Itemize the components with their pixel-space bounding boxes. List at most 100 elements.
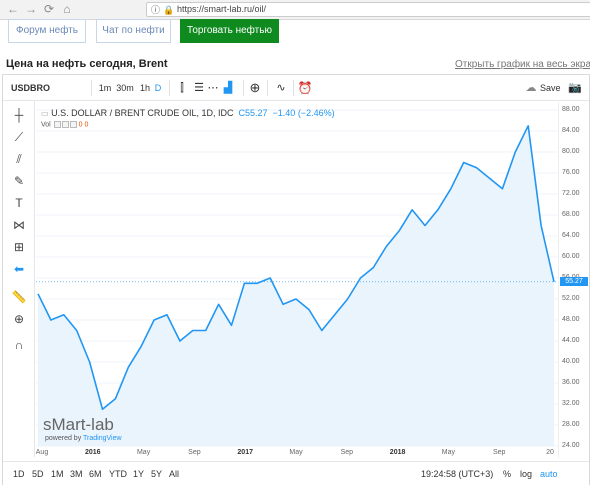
- alert-clock-icon[interactable]: ⏰: [297, 75, 313, 101]
- camera-icon[interactable]: 📷: [567, 75, 583, 101]
- eye-icon[interactable]: [53, 121, 61, 128]
- date-tick-label: 2016: [85, 449, 101, 456]
- lock-icon: 🔒: [163, 5, 175, 15]
- toolbar-divider: [243, 80, 244, 96]
- compare-add-icon[interactable]: ⊕: [247, 75, 263, 101]
- price-tick-label: 64.00: [562, 232, 580, 239]
- price-tick-label: 28.00: [562, 421, 580, 428]
- price-tick-label: 76.00: [562, 169, 580, 176]
- brush-icon[interactable]: ✎: [11, 173, 27, 189]
- tradingview-link[interactable]: TradingView: [83, 435, 122, 442]
- bottom-toolbar: 1D 5D 1M 3M 6M YTD 1Y 5Y All 19:24:58 (U…: [3, 461, 589, 485]
- powered-prefix: powered by: [45, 435, 82, 442]
- fullscreen-chart-link[interactable]: Открыть график на весь экран: [455, 59, 590, 70]
- price-tick-label: 48.00: [562, 316, 580, 323]
- date-tick-label: Aug: [36, 449, 48, 456]
- change-value: −1.40: [272, 108, 296, 118]
- interval-d[interactable]: D: [153, 75, 163, 101]
- tradingview-widget: USDBRO 1m 30m 1h D ⫿ ☰ ⋯ ▟ ⊕ ∿ ⏰ ☁ Save …: [2, 74, 590, 485]
- close-value: C55.27: [238, 108, 268, 118]
- forward-icon[interactable]: →: [24, 2, 38, 16]
- oil-chat-button[interactable]: Чат по нефти: [96, 19, 171, 43]
- range-3m[interactable]: 3M: [70, 462, 83, 486]
- interval-30m[interactable]: 30m: [115, 75, 135, 101]
- volume-value: 0: [78, 121, 83, 129]
- symbol-search[interactable]: USDBRO: [11, 75, 51, 101]
- area-style-icon[interactable]: ▟: [221, 75, 235, 101]
- volume-value: 0: [84, 121, 89, 129]
- date-tick-label: May: [289, 449, 303, 456]
- date-tick-label: 2017: [237, 449, 253, 456]
- range-5d[interactable]: 5D: [32, 462, 44, 486]
- price-tick-label: 84.00: [562, 127, 580, 134]
- date-tick-label: Sep: [493, 449, 506, 456]
- chart-legend: ▭ U.S. DOLLAR / BRENT CRUDE OIL, 1D, IDC…: [41, 108, 335, 118]
- price-chart[interactable]: Aug 2016 May Sep 2017 May Sep 2018 May Sep 20: [36, 102, 558, 458]
- price-tick-label: 40.00: [562, 358, 580, 365]
- url-text: https://smart-lab.ru/oil/: [177, 4, 267, 14]
- volume-legend: Vol 0 0: [41, 121, 88, 128]
- candles-icon[interactable]: ⫿: [175, 75, 189, 101]
- back-icon[interactable]: ←: [6, 2, 20, 16]
- toolbar-divider: [267, 80, 268, 96]
- auto-toggle[interactable]: auto: [540, 462, 558, 486]
- range-1d[interactable]: 1D: [13, 462, 25, 486]
- date-tick-label: Sep: [188, 449, 201, 456]
- range-1m[interactable]: 1M: [51, 462, 64, 486]
- line-style-icon[interactable]: ⋯: [207, 75, 219, 101]
- volume-label: Vol: [41, 121, 51, 129]
- date-tick-label: 2018: [390, 449, 406, 456]
- range-ytd[interactable]: YTD: [109, 462, 127, 486]
- clock-time[interactable]: 19:24:58 (UTC+3): [421, 462, 493, 486]
- zoom-in-icon[interactable]: ⊕: [11, 311, 27, 327]
- price-tick-label: 72.00: [562, 190, 580, 197]
- range-1y[interactable]: 1Y: [133, 462, 144, 486]
- price-tick-label: 80.00: [562, 148, 580, 155]
- range-5y[interactable]: 5Y: [151, 462, 162, 486]
- refresh-icon[interactable]: ⟳: [42, 2, 56, 16]
- home-icon[interactable]: ⌂: [60, 2, 74, 16]
- crosshair-icon[interactable]: ┼: [11, 107, 27, 123]
- range-6m[interactable]: 6M: [89, 462, 102, 486]
- save-button[interactable]: Save: [540, 75, 561, 101]
- price-tick-label: 44.00: [562, 337, 580, 344]
- price-tick-label: 36.00: [562, 379, 580, 386]
- change-percent: (−2.46%): [297, 108, 335, 118]
- price-tick-label: 32.00: [562, 400, 580, 407]
- range-all[interactable]: All: [169, 462, 179, 486]
- info-icon[interactable]: ⓘ: [151, 4, 160, 17]
- date-tick-label: May: [137, 449, 151, 456]
- prediction-tool-icon[interactable]: ⊞: [11, 239, 27, 255]
- powered-by-text: powered by TradingView: [45, 435, 122, 442]
- log-toggle[interactable]: log: [520, 462, 532, 486]
- collapse-icon[interactable]: ▭: [41, 109, 49, 118]
- toolbar-divider: [169, 80, 170, 96]
- interval-1h[interactable]: 1h: [138, 75, 152, 101]
- trend-line-icon[interactable]: ⟋: [11, 129, 27, 145]
- indicators-icon[interactable]: ∿: [273, 75, 289, 101]
- browser-bar: ← → ⟳ ⌂ ⓘ 🔒 https://smart-lab.ru/oil/: [0, 0, 590, 20]
- price-axis[interactable]: 88.00 84.00 80.00 76.00 72.00 68.00 64.00 60.00…: [558, 102, 589, 458]
- arrow-left-icon[interactable]: ⬅: [11, 261, 27, 277]
- percent-toggle[interactable]: %: [503, 462, 511, 486]
- trade-oil-button[interactable]: Торговать нефтью: [180, 19, 279, 43]
- instrument-name: U.S. DOLLAR / BRENT CRUDE OIL, 1D, IDC: [51, 108, 234, 118]
- price-tick-label: 88.00: [562, 106, 580, 113]
- interval-1m[interactable]: 1m: [98, 75, 112, 101]
- text-tool-icon[interactable]: T: [11, 195, 27, 211]
- bars-icon[interactable]: ☰: [193, 75, 205, 101]
- toolbar-divider: [91, 80, 92, 96]
- cloud-icon[interactable]: ☁: [524, 75, 538, 101]
- ruler-icon[interactable]: 📏: [11, 289, 27, 305]
- address-bar[interactable]: ⓘ 🔒 https://smart-lab.ru/oil/: [146, 2, 590, 17]
- forum-oil-button[interactable]: Форум нефть: [8, 19, 86, 43]
- magnet-icon[interactable]: ∩: [11, 337, 27, 353]
- close-icon[interactable]: [69, 121, 77, 128]
- date-tick-label: Sep: [341, 449, 354, 456]
- pattern-tool-icon[interactable]: ⋈: [11, 217, 27, 233]
- fib-tool-icon[interactable]: ⫽: [11, 151, 27, 167]
- price-tick-label: 52.00: [562, 295, 580, 302]
- drawing-tools-panel: ┼ ⟋ ⫽ ✎ T ⋈ ⊞ ⬅ 📏 ⊕ ∩: [3, 101, 35, 457]
- price-tick-label: 60.00: [562, 253, 580, 260]
- settings-icon[interactable]: [61, 121, 69, 128]
